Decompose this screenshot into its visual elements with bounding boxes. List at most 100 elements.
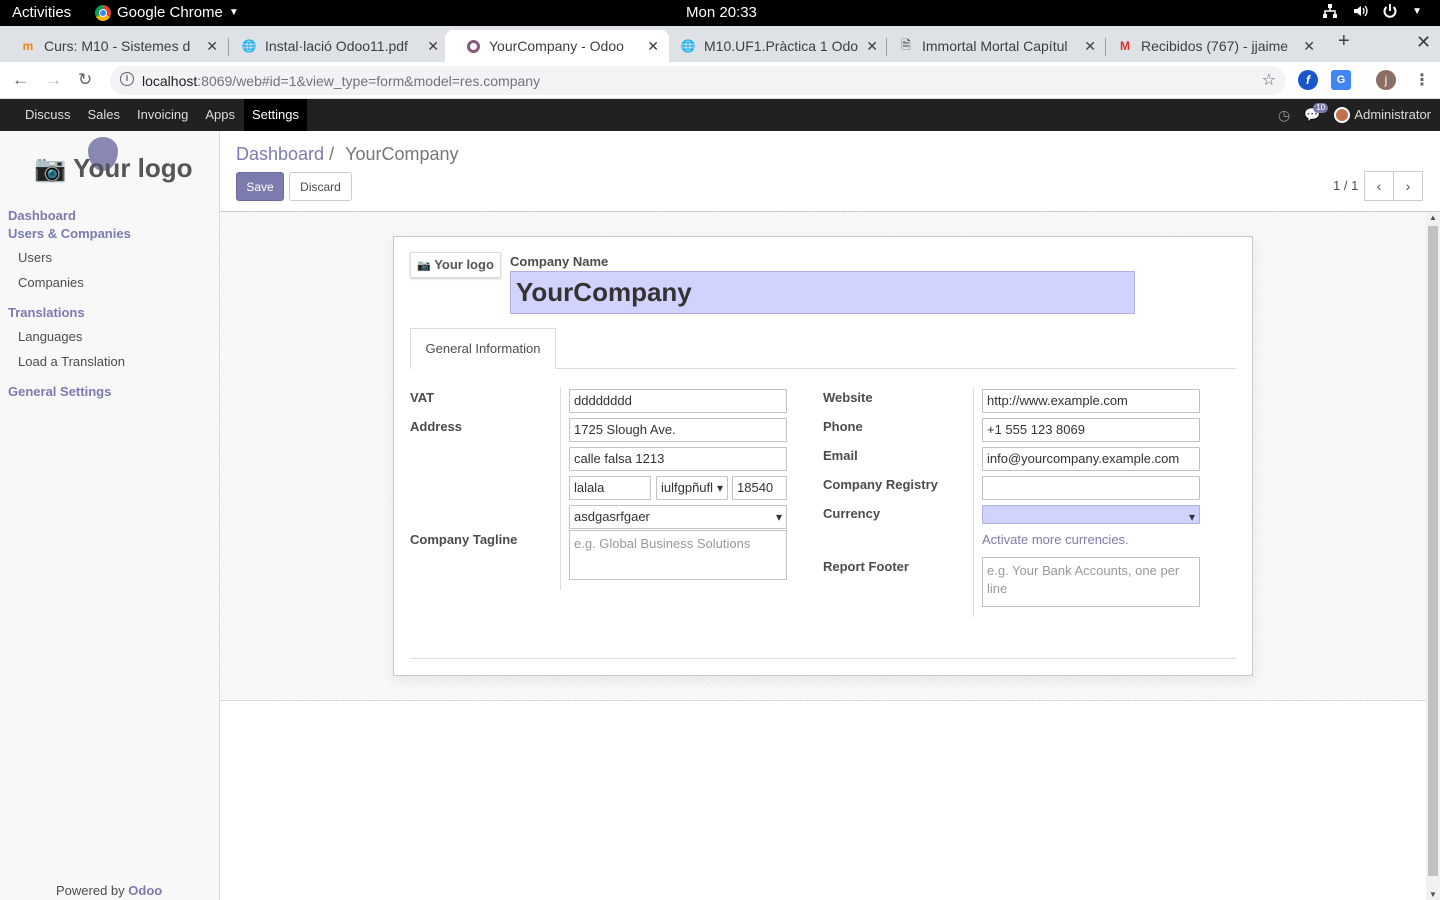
report-footer-textarea[interactable]: e.g. Your Bank Accounts, one per line xyxy=(982,557,1200,607)
close-icon[interactable]: ✕ xyxy=(427,38,439,55)
odoo-link[interactable]: Odoo xyxy=(128,883,162,898)
app-menu[interactable]: Google Chrome ▼ xyxy=(95,4,239,21)
address-bar[interactable]: i localhost:8069/web#id=1&view_type=form… xyxy=(110,66,1286,95)
discard-button[interactable]: Discard xyxy=(289,172,352,201)
system-tray[interactable]: ▼ xyxy=(1322,3,1422,19)
street-input[interactable]: 1725 Slough Ave. xyxy=(569,418,787,442)
zip-input[interactable]: 18540 xyxy=(732,476,787,500)
scroll-down-icon[interactable]: ▼ xyxy=(1429,890,1437,899)
gmail-icon: M xyxy=(1120,39,1130,53)
chat-count-badge: 10 xyxy=(1313,103,1329,113)
activate-currencies-link[interactable]: Activate more currencies. xyxy=(982,532,1129,547)
logo-label: Your logo xyxy=(73,153,193,183)
url-host: localhost xyxy=(142,73,198,89)
messaging-icon[interactable]: 💬 10 xyxy=(1304,103,1329,123)
state-select[interactable]: iulfgpñufl xyxy=(656,476,728,500)
menu-sales[interactable]: Sales xyxy=(80,99,129,131)
breadcrumb-dashboard[interactable]: Dashboard xyxy=(236,144,324,164)
profile-avatar[interactable]: j xyxy=(1376,70,1396,90)
sidebar-item-users[interactable]: Users xyxy=(18,250,52,265)
activities-button[interactable]: Activities xyxy=(12,4,71,21)
translate-icon[interactable]: G xyxy=(1331,70,1351,90)
logo-text: 📷 Your logo xyxy=(34,153,193,183)
sidebar-item-dashboard[interactable]: Dashboard xyxy=(8,208,76,223)
report-footer-label: Report Footer xyxy=(823,559,909,574)
browser-tab[interactable]: m Curs: M10 - Sistemes d ✕ xyxy=(0,30,228,62)
tab-title: Curs: M10 - Sistemes d xyxy=(44,38,191,54)
browser-tab[interactable]: 🌐 M10.UF1.Pràctica 1 Odo ✕ xyxy=(660,30,888,62)
breadcrumb-current: YourCompany xyxy=(345,144,459,164)
sidebar-section-translations[interactable]: Translations xyxy=(8,305,85,320)
chevron-down-icon: ▼ xyxy=(228,7,239,18)
close-icon[interactable]: ✕ xyxy=(1084,38,1096,55)
tab-general-information[interactable]: General Information xyxy=(410,328,556,369)
pager-next-icon[interactable]: › xyxy=(1393,171,1423,201)
sidebar-item-languages[interactable]: Languages xyxy=(18,329,82,344)
city-input[interactable]: lalala xyxy=(569,476,651,500)
country-select[interactable]: asdgasrfgaer xyxy=(569,505,787,529)
browser-tab[interactable]: 🗎 Immortal Mortal Capítul ✕ xyxy=(878,30,1106,62)
browser-tab[interactable]: M Recibidos (767) - jjaime ✕ xyxy=(1097,30,1325,62)
close-window-icon[interactable]: ✕ xyxy=(1416,32,1431,53)
vat-input[interactable]: dddddddd xyxy=(569,389,787,413)
reload-icon[interactable]: ↻ xyxy=(78,70,92,90)
close-icon[interactable]: ✕ xyxy=(866,38,878,55)
tab-title: Instal·lació Odoo11.pdf xyxy=(265,38,408,54)
street2-input[interactable]: calle falsa 1213 xyxy=(569,447,787,471)
systray: ◷ 💬 10 Administrator xyxy=(1278,99,1431,131)
info-icon[interactable]: i xyxy=(120,72,134,86)
control-panel: Dashboard / YourCompany Save Discard 1 /… xyxy=(220,131,1440,212)
scrollbar-thumb[interactable] xyxy=(1428,226,1438,876)
company-name-input[interactable]: YourCompany xyxy=(510,271,1135,314)
url-path: :8069/web#id=1&view_type=form&model=res.… xyxy=(197,73,541,89)
browser-toolbar: ← → ↻ i localhost:8069/web#id=1&view_typ… xyxy=(0,62,1440,99)
company-tagline-textarea[interactable]: e.g. Global Business Solutions xyxy=(569,530,787,580)
extension-f-icon[interactable]: f xyxy=(1298,70,1318,90)
sidebar-section-users-companies[interactable]: Users & Companies xyxy=(8,226,131,241)
save-button[interactable]: Save xyxy=(236,172,284,201)
new-tab-icon[interactable]: + xyxy=(1338,30,1350,53)
user-menu[interactable]: Administrator xyxy=(1334,107,1431,124)
column-divider xyxy=(973,387,974,617)
sidebar-item-load-translation[interactable]: Load a Translation xyxy=(18,354,125,369)
company-logo: 📷 Your logo xyxy=(30,137,193,193)
email-input[interactable]: info@yourcompany.example.com xyxy=(982,447,1200,471)
phone-input[interactable]: +1 555 123 8069 xyxy=(982,418,1200,442)
menu-settings[interactable]: Settings xyxy=(244,99,307,131)
globe-icon: 🌐 xyxy=(241,39,257,53)
app-name: Google Chrome xyxy=(117,4,223,21)
website-input[interactable]: http://www.example.com xyxy=(982,389,1200,413)
scroll-up-icon[interactable]: ▲ xyxy=(1429,213,1437,222)
pager-previous-icon[interactable]: ‹ xyxy=(1364,171,1394,201)
browser-tab-active[interactable]: YourCompany - Odoo ✕ xyxy=(445,30,669,62)
sidebar-item-general-settings[interactable]: General Settings xyxy=(8,384,111,399)
power-icon xyxy=(1383,4,1397,18)
close-icon[interactable]: ✕ xyxy=(647,38,659,55)
clock[interactable]: Mon 20:33 xyxy=(686,4,757,21)
vat-label: VAT xyxy=(410,390,435,405)
chrome-menu-icon[interactable]: ⋮ xyxy=(1414,70,1430,90)
email-label: Email xyxy=(823,448,858,463)
pager-value[interactable]: 1 / 1 xyxy=(1333,178,1358,193)
browser-tab[interactable]: 🌐 Instal·lació Odoo11.pdf ✕ xyxy=(221,30,449,62)
bookmark-star-icon[interactable]: ☆ xyxy=(1262,70,1276,90)
menu-discuss[interactable]: Discuss xyxy=(17,99,79,131)
forward-icon[interactable]: → xyxy=(45,70,62,90)
company-name-label: Company Name xyxy=(510,254,609,269)
breadcrumb-separator: / xyxy=(329,144,335,164)
company-registry-input[interactable] xyxy=(982,476,1200,500)
activity-clock-icon[interactable]: ◷ xyxy=(1278,107,1290,124)
page-scrollbar[interactable]: ▲ ▼ xyxy=(1426,212,1440,900)
sidebar-item-companies[interactable]: Companies xyxy=(18,275,84,290)
menu-apps[interactable]: Apps xyxy=(197,99,243,131)
close-icon[interactable]: ✕ xyxy=(206,38,218,55)
close-icon[interactable]: ✕ xyxy=(1303,38,1315,55)
url-text[interactable]: localhost:8069/web#id=1&view_type=form&m… xyxy=(142,73,540,89)
currency-select[interactable] xyxy=(982,505,1200,524)
menu-invoicing[interactable]: Invoicing xyxy=(129,99,196,131)
phone-label: Phone xyxy=(823,419,863,434)
logo-upload-button[interactable]: 📷 Your logo xyxy=(410,252,501,278)
camera-icon: 📷 xyxy=(417,260,431,272)
back-icon[interactable]: ← xyxy=(12,70,29,90)
os-top-bar: Activities Google Chrome ▼ Mon 20:33 ▼ xyxy=(0,0,1440,26)
